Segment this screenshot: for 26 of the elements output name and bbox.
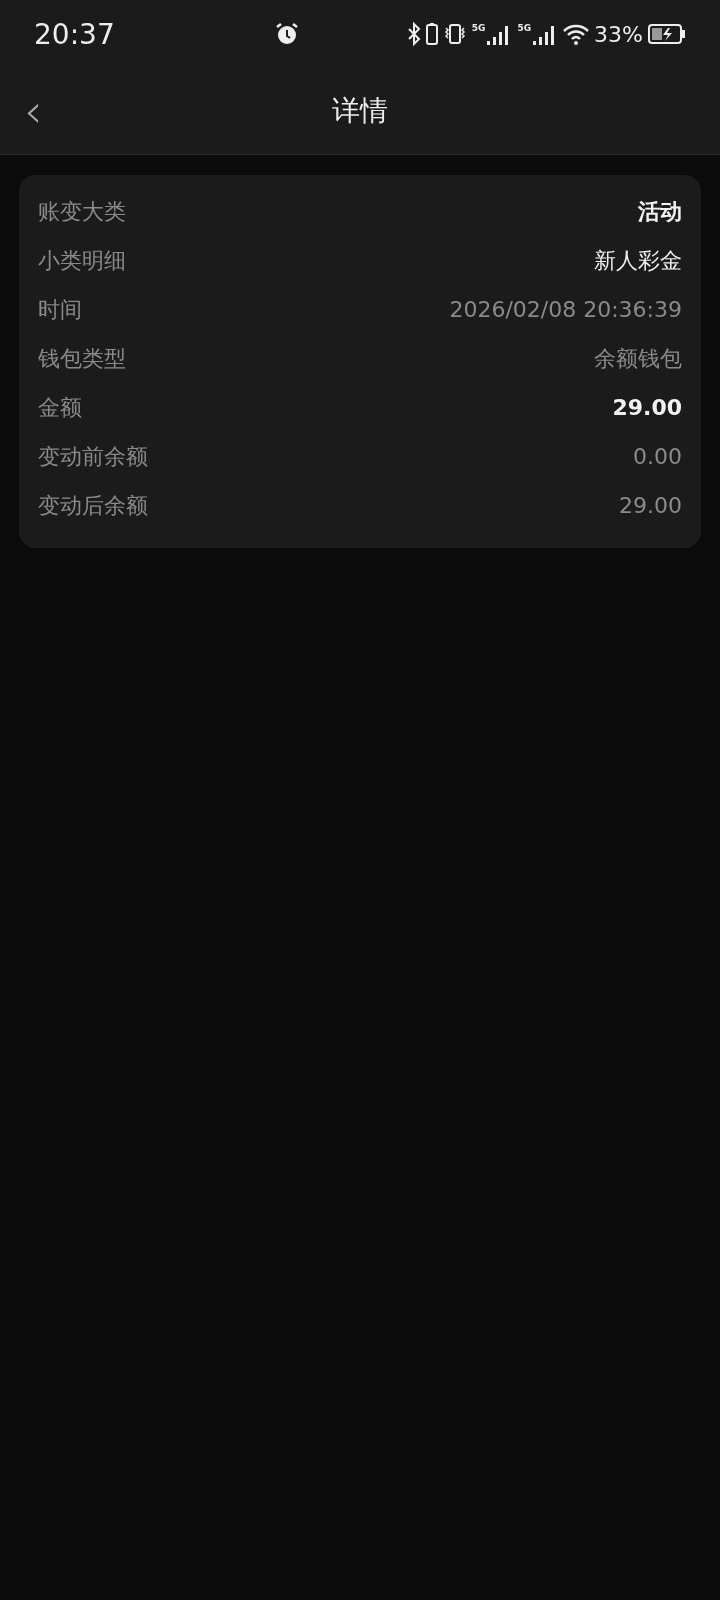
battery-icon <box>425 22 438 46</box>
detail-label: 金额 <box>38 393 82 422</box>
detail-label: 变动前余额 <box>38 442 148 471</box>
network-label: 5G <box>471 23 486 33</box>
charging-battery-icon <box>648 24 686 44</box>
detail-label: 钱包类型 <box>38 344 126 373</box>
detail-label: 变动后余额 <box>38 491 148 520</box>
bluetooth-icon <box>406 22 421 46</box>
back-button[interactable]: ‹ <box>16 88 51 134</box>
network-label: 5G <box>517 23 532 33</box>
detail-value: 新人彩金 <box>594 246 682 275</box>
clock-time: 20:37 <box>34 17 116 51</box>
detail-value: 29.00 <box>612 395 682 420</box>
vibrate-icon <box>442 22 467 46</box>
alarm-clock-icon <box>274 21 300 47</box>
detail-label: 时间 <box>38 295 82 324</box>
detail-value: 2026/02/08 20:36:39 <box>449 297 682 322</box>
detail-value: 0.00 <box>633 444 682 469</box>
wifi-icon <box>563 23 590 45</box>
page-title: 详情 <box>332 93 388 129</box>
battery-percent: 33% <box>594 21 643 47</box>
detail-value: 活动 <box>638 197 682 226</box>
detail-value: 余额钱包 <box>594 344 682 373</box>
detail-label: 小类明细 <box>38 246 126 275</box>
detail-label: 账变大类 <box>38 197 126 226</box>
detail-value: 29.00 <box>619 493 682 518</box>
